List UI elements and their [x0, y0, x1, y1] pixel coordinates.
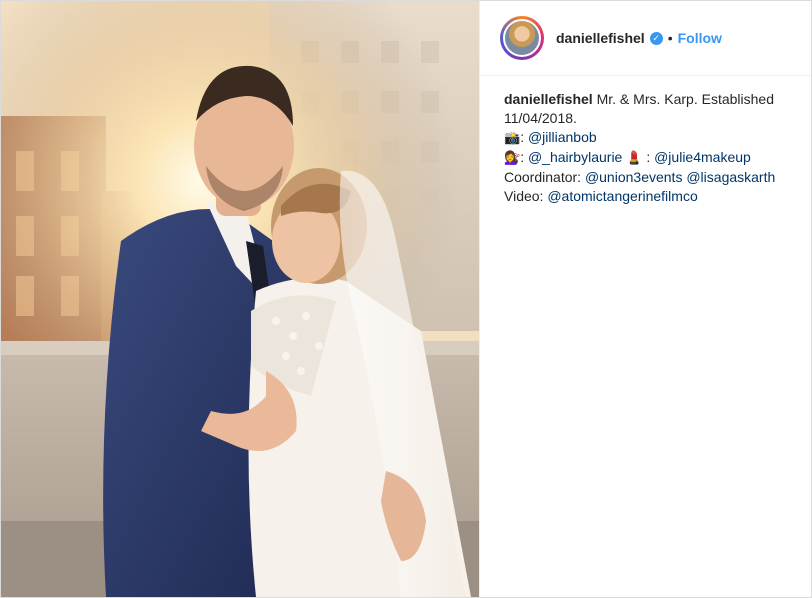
post-header: daniellefishel ✓ • Follow	[480, 1, 811, 76]
photo-credit-colon: :	[520, 129, 525, 145]
avatar-story-ring[interactable]	[500, 16, 544, 60]
follow-button[interactable]: Follow	[678, 30, 722, 46]
mention-julie4makeup[interactable]: @julie4makeup	[654, 149, 751, 165]
coordinator-label: Coordinator:	[504, 169, 582, 185]
post-caption: daniellefishel Mr. & Mrs. Karp. Establis…	[480, 76, 811, 220]
header-separator: •	[667, 30, 673, 46]
caption-line-2: 11/04/2018.	[504, 110, 577, 126]
mention-atomictangerinefilmco[interactable]: @atomictangerinefilmco	[547, 188, 697, 204]
camera-flash-icon: 📸	[504, 131, 521, 146]
mention-hairbylaurie[interactable]: @_hairbylaurie	[528, 149, 622, 165]
caption-hair-makeup: 💇‍♀️: @_hairbylaurie 💄 : @julie4makeup	[504, 148, 787, 168]
hair-colon: :	[520, 149, 525, 165]
mention-jillianbob[interactable]: @jillianbob	[528, 129, 597, 145]
post-photo[interactable]	[1, 1, 479, 597]
caption-photo-credit: 📸: @jillianbob	[504, 128, 787, 148]
mention-union3events[interactable]: @union3events	[585, 169, 683, 185]
avatar[interactable]	[503, 19, 541, 57]
caption-video: Video: @atomictangerinefilmco	[504, 187, 787, 206]
caption-username[interactable]: daniellefishel	[504, 91, 593, 107]
caption-coordinator: Coordinator: @union3events @lisagaskarth	[504, 168, 787, 187]
caption-text-1: Mr. & Mrs. Karp. Established	[596, 91, 774, 107]
header-username[interactable]: daniellefishel	[556, 30, 645, 46]
haircut-icon: 💇‍♀️	[504, 151, 521, 166]
caption-line-1: daniellefishel Mr. & Mrs. Karp. Establis…	[504, 90, 787, 109]
wedding-photo-illustration	[1, 1, 479, 597]
mention-lisagaskarth[interactable]: @lisagaskarth	[686, 169, 775, 185]
video-label: Video:	[504, 188, 544, 204]
verified-badge-icon: ✓	[649, 31, 663, 45]
lipstick-icon: 💄	[626, 151, 643, 166]
instagram-post: daniellefishel ✓ • Follow daniellefishel…	[0, 0, 812, 598]
post-sidebar: daniellefishel ✓ • Follow daniellefishel…	[479, 1, 811, 597]
makeup-colon: :	[646, 149, 651, 165]
